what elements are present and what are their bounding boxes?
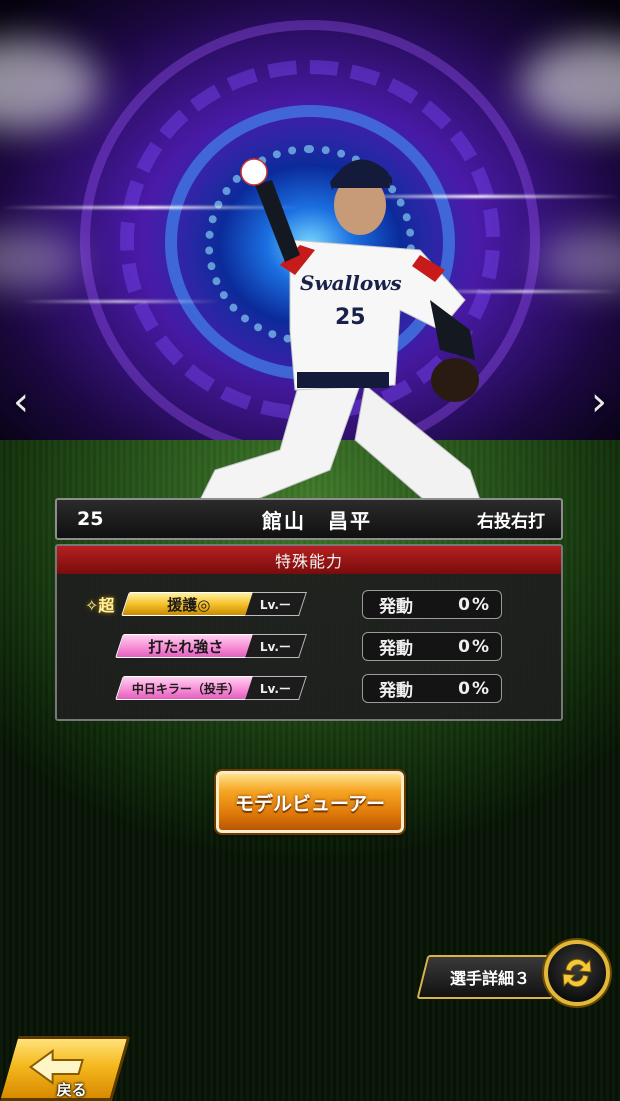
super-badge: ✧超 xyxy=(85,596,115,615)
activation-rate: 発動 0% xyxy=(362,632,502,661)
ability-row[interactable]: 中日キラー（投手） Lv.ー 発動 0% xyxy=(57,674,561,704)
ability-tag: 打たれ強さ xyxy=(115,634,257,658)
ability-level: Lv.ー xyxy=(245,634,307,658)
ability-row[interactable]: 打たれ強さ Lv.ー 発動 0% xyxy=(57,632,561,662)
ability-tag: 援護◎ xyxy=(121,592,257,616)
ability-name: 中日キラー（投手） xyxy=(131,681,240,696)
activation-value: 0% xyxy=(458,636,491,657)
ability-level: Lv.ー xyxy=(245,592,307,616)
activation-rate: 発動 0% xyxy=(362,674,502,703)
player-number: 25 xyxy=(77,508,104,530)
activation-label: 発動 xyxy=(379,597,413,617)
activation-value: 0% xyxy=(458,594,491,615)
uniform-number: 25 xyxy=(335,305,366,330)
player-detail-button[interactable]: 選手詳細３ xyxy=(416,955,564,999)
chevron-left-icon: ‹ xyxy=(13,379,29,425)
activation-value: 0% xyxy=(458,678,491,699)
previous-player-button[interactable]: ‹ xyxy=(6,379,36,425)
ability-name: 援護◎ xyxy=(167,595,211,614)
activation-label: 発動 xyxy=(379,639,413,659)
model-viewer-button[interactable]: モデルビューアー xyxy=(216,771,404,833)
back-button[interactable]: 戻る xyxy=(0,1036,131,1101)
back-label: 戻る xyxy=(56,1081,87,1099)
player-handedness: 右投右打 xyxy=(477,511,545,532)
ability-panel-header: 特殊能力 xyxy=(57,546,561,574)
ability-tag: 中日キラー（投手） xyxy=(115,676,257,700)
next-player-button[interactable]: › xyxy=(584,379,614,425)
chevron-right-icon: › xyxy=(591,379,607,425)
player-image: 25 Swallows xyxy=(199,158,481,506)
ability-row[interactable]: ✧超 援護◎ Lv.ー 発動 0% xyxy=(57,590,561,620)
special-ability-panel: 特殊能力 ✧超 援護◎ Lv.ー 発動 0% 打たれ強さ Lv.ー 発動 0% … xyxy=(55,544,563,721)
ability-name: 打たれ強さ xyxy=(148,637,224,656)
team-logo-text: Swallows xyxy=(300,271,402,295)
player-name-bar: 25 館山 昌平 右投右打 xyxy=(55,498,563,540)
activation-label: 発動 xyxy=(379,681,413,701)
player-name: 館山 昌平 xyxy=(262,508,372,533)
ability-level: Lv.ー xyxy=(245,676,307,700)
swap-arrows-icon[interactable] xyxy=(544,940,610,1006)
player-detail-label: 選手詳細３ xyxy=(449,969,530,988)
activation-rate: 発動 0% xyxy=(362,590,502,619)
